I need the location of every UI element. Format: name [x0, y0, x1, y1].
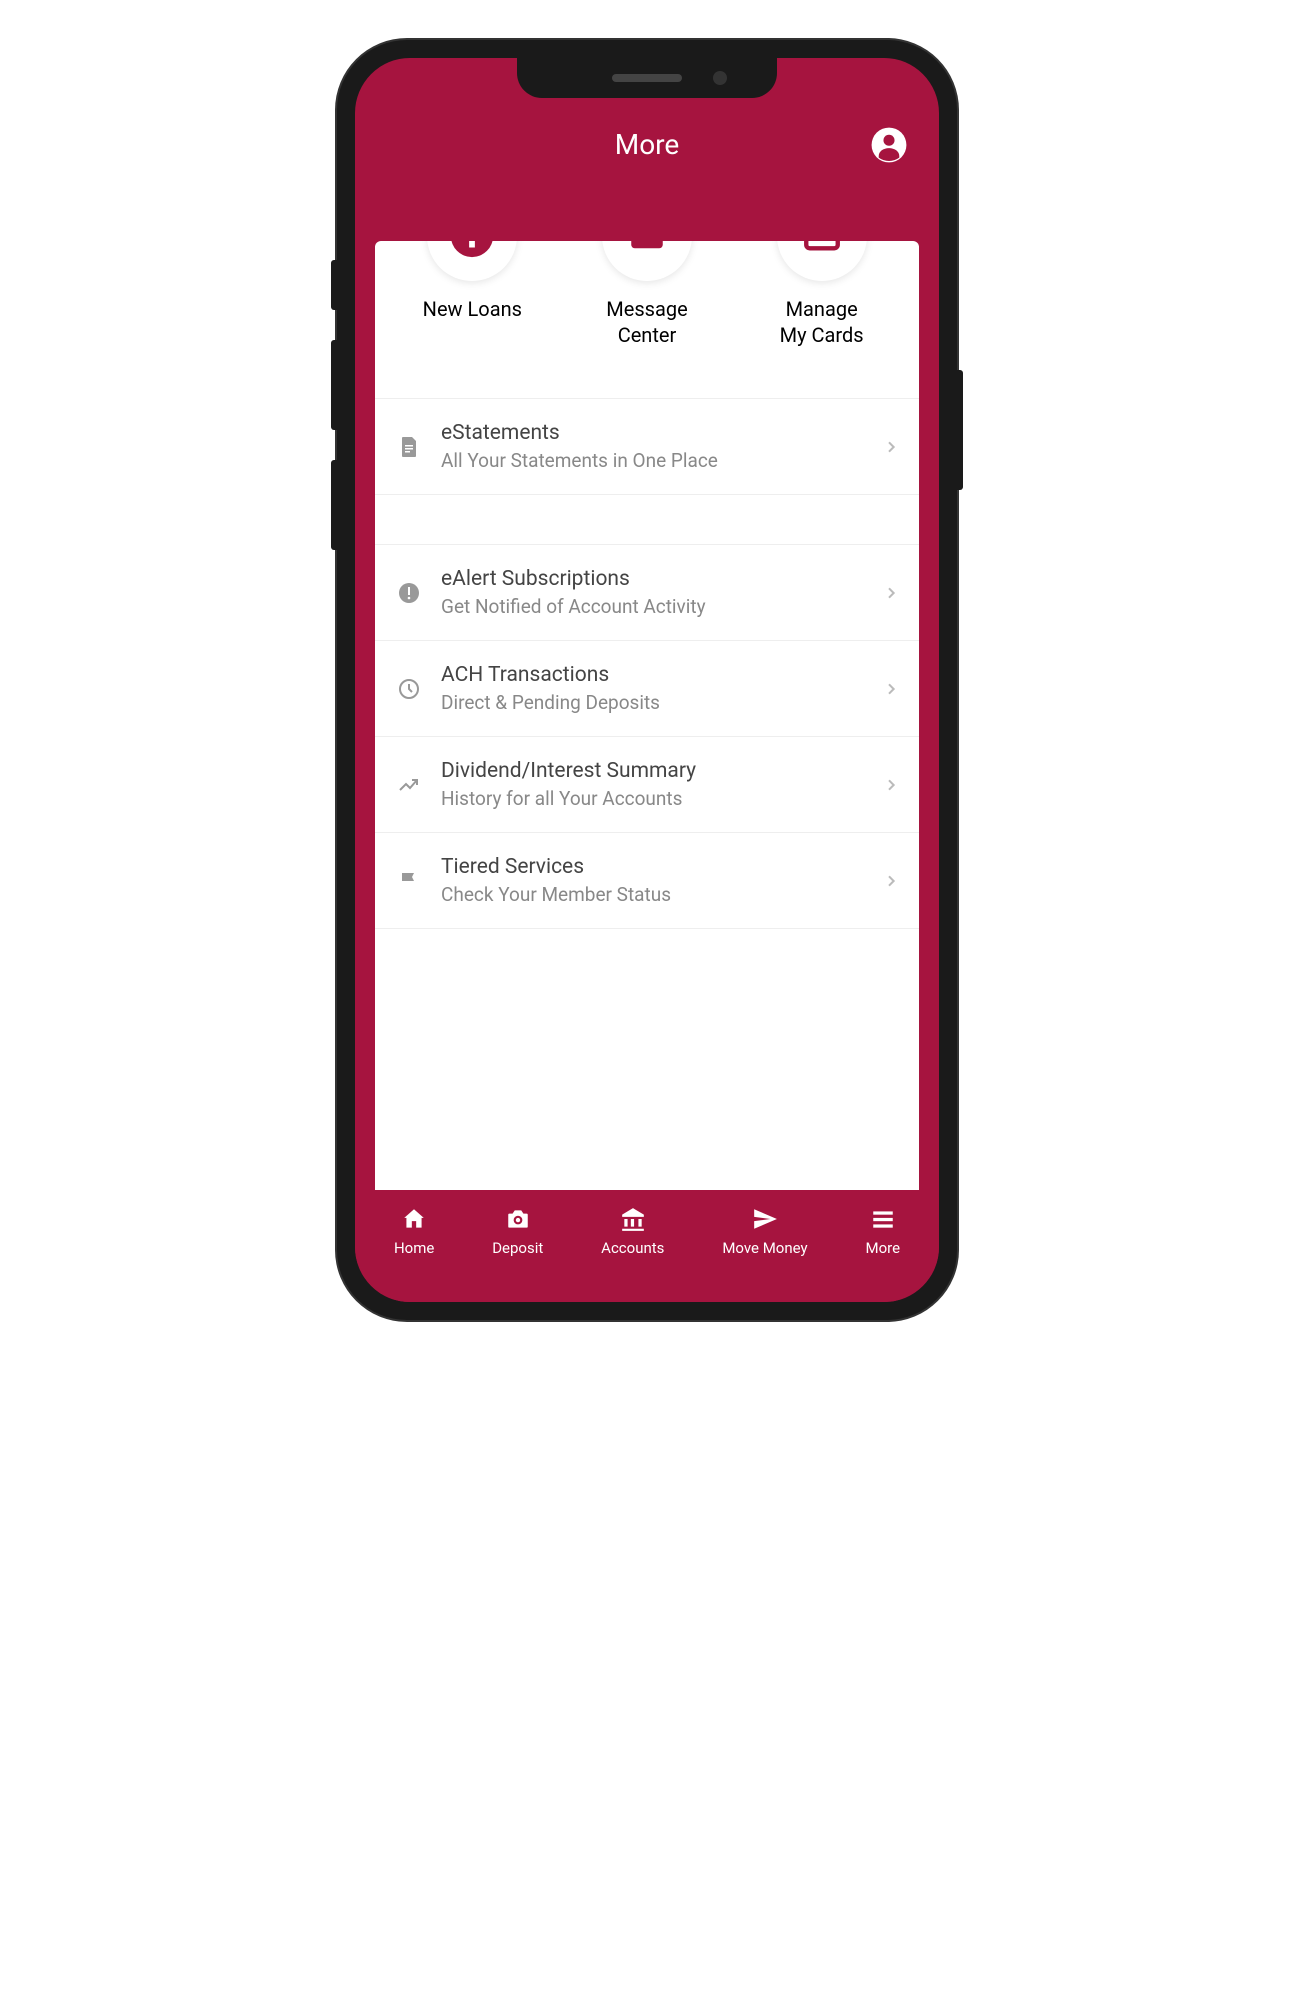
quick-action-circle — [777, 241, 867, 281]
list-item-text: eStatements All Your Statements in One P… — [441, 421, 883, 472]
list-item-ach[interactable]: ACH Transactions Direct & Pending Deposi… — [375, 641, 919, 737]
list-item-text: ACH Transactions Direct & Pending Deposi… — [441, 663, 883, 714]
clock-icon — [395, 675, 423, 703]
list-item-ealert[interactable]: eAlert Subscriptions Get Notified of Acc… — [375, 545, 919, 641]
list-item-title: Tiered Services — [441, 855, 883, 879]
profile-button[interactable] — [869, 125, 909, 165]
side-button — [331, 260, 337, 310]
quick-action-manage-cards[interactable]: Manage My Cards — [757, 241, 887, 348]
screen: More — [355, 58, 939, 1302]
chevron-right-icon — [883, 439, 899, 455]
chevron-right-icon — [883, 585, 899, 601]
nav-label: Move Money — [722, 1239, 807, 1257]
quick-action-new-loans[interactable]: New Loans — [407, 241, 537, 348]
side-button — [957, 370, 963, 490]
list-item-title: Dividend/Interest Summary — [441, 759, 883, 783]
list-item-tiered[interactable]: Tiered Services Check Your Member Status — [375, 833, 919, 929]
nav-more[interactable]: More — [865, 1205, 900, 1257]
document-icon — [395, 433, 423, 461]
phone-frame: More — [337, 40, 957, 1320]
list-item-text: Dividend/Interest Summary History for al… — [441, 759, 883, 810]
send-icon — [751, 1205, 779, 1233]
nav-label: Deposit — [492, 1239, 543, 1257]
list-item-title: eStatements — [441, 421, 883, 445]
trend-icon — [395, 771, 423, 799]
list-item-subtitle: Direct & Pending Deposits — [441, 691, 883, 714]
side-button — [331, 460, 337, 550]
quick-action-label: New Loans — [423, 296, 522, 322]
bottom-nav: Home Deposit Accounts Move Money — [355, 1190, 939, 1302]
menu-list: eStatements All Your Statements in One P… — [375, 398, 919, 929]
quick-action-circle — [427, 241, 517, 281]
section-gap — [375, 495, 919, 545]
menu-icon — [869, 1205, 897, 1233]
list-item-subtitle: Check Your Member Status — [441, 883, 883, 906]
quick-action-label: Message Center — [606, 296, 687, 348]
side-button — [331, 340, 337, 430]
card-icon — [801, 241, 843, 257]
nav-accounts[interactable]: Accounts — [601, 1205, 664, 1257]
quick-actions: New Loans Message Center — [375, 241, 919, 378]
nav-label: More — [865, 1239, 900, 1257]
speaker — [612, 74, 682, 82]
nav-label: Accounts — [601, 1239, 664, 1257]
nav-deposit[interactable]: Deposit — [492, 1205, 543, 1257]
plus-icon — [449, 241, 495, 259]
bank-icon — [619, 1205, 647, 1233]
page-title: More — [615, 128, 680, 161]
chevron-right-icon — [883, 681, 899, 697]
quick-action-circle — [602, 241, 692, 281]
alert-icon — [395, 579, 423, 607]
mail-icon — [626, 241, 668, 257]
nav-home[interactable]: Home — [394, 1205, 434, 1257]
list-item-subtitle: All Your Statements in One Place — [441, 449, 883, 472]
chevron-right-icon — [883, 873, 899, 889]
list-item-subtitle: Get Notified of Account Activity — [441, 595, 883, 618]
flag-icon — [395, 867, 423, 895]
chevron-right-icon — [883, 777, 899, 793]
list-item-text: eAlert Subscriptions Get Notified of Acc… — [441, 567, 883, 618]
list-item-title: eAlert Subscriptions — [441, 567, 883, 591]
person-icon — [870, 126, 908, 164]
list-item-subtitle: History for all Your Accounts — [441, 787, 883, 810]
camera-icon — [504, 1205, 532, 1233]
quick-action-label: Manage My Cards — [780, 296, 864, 348]
list-item-title: ACH Transactions — [441, 663, 883, 687]
nav-label: Home — [394, 1239, 434, 1257]
content-card: New Loans Message Center — [375, 241, 919, 1190]
camera-dot — [713, 71, 727, 85]
notch — [517, 58, 777, 98]
home-icon — [400, 1205, 428, 1233]
quick-action-message-center[interactable]: Message Center — [582, 241, 712, 348]
list-item-dividend[interactable]: Dividend/Interest Summary History for al… — [375, 737, 919, 833]
list-item-estatements[interactable]: eStatements All Your Statements in One P… — [375, 399, 919, 495]
nav-move-money[interactable]: Move Money — [722, 1205, 807, 1257]
list-item-text: Tiered Services Check Your Member Status — [441, 855, 883, 906]
